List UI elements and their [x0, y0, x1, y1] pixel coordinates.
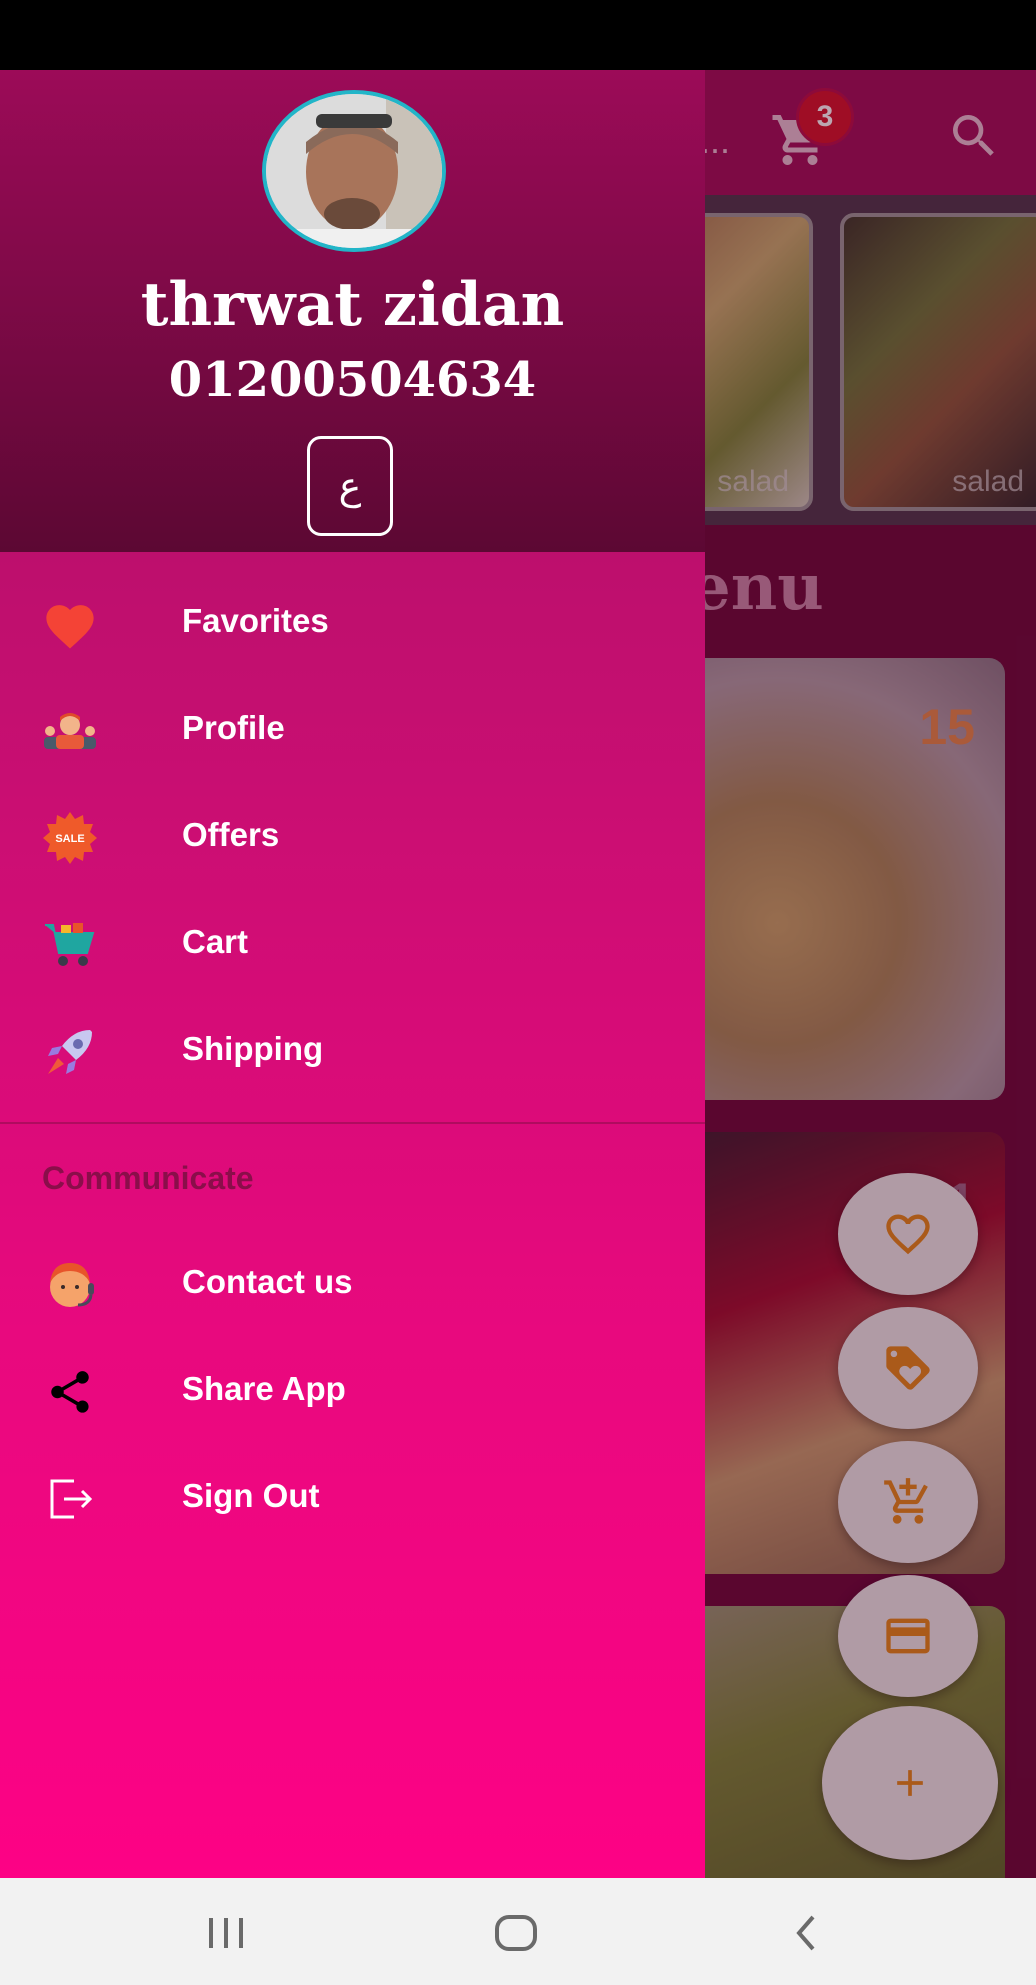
sale-icon-text: SALE [55, 833, 84, 845]
sale-icon: SALE [40, 808, 100, 868]
sign-out-icon [40, 1469, 100, 1529]
drawer-item-cart[interactable]: Cart [0, 891, 705, 997]
drawer-item-label: Profile [182, 709, 285, 746]
drawer-header: thrwat zidan 01200504634 ع [0, 70, 705, 552]
navigation-drawer: thrwat zidan 01200504634 ع Favorites Pro… [0, 70, 705, 1878]
drawer-item-share-app[interactable]: Share App [0, 1338, 705, 1444]
section-title-communicate: Communicate [42, 1160, 254, 1196]
user-photo [266, 94, 442, 248]
drawer-item-shipping[interactable]: Shipping [0, 998, 705, 1104]
back-icon [796, 1915, 815, 1951]
drawer-item-label: Offers [182, 816, 280, 853]
user-name: thrwat zidan [140, 270, 565, 340]
recent-apps-button[interactable] [196, 1908, 256, 1958]
user-phone: 01200504634 [168, 352, 537, 408]
rocket-icon [40, 1022, 100, 1082]
home-icon [495, 1915, 537, 1951]
drawer-item-label: Favorites [182, 602, 329, 639]
share-icon [40, 1362, 100, 1422]
home-button[interactable] [486, 1908, 546, 1958]
drawer-item-label: Shipping [182, 1030, 324, 1067]
status-bar [0, 0, 1036, 70]
drawer-item-offers[interactable]: SALE Offers [0, 784, 705, 890]
drawer-item-label: Contact us [182, 1263, 353, 1300]
drawer-item-favorites[interactable]: Favorites [0, 570, 705, 676]
language-toggle-button[interactable]: ع [307, 436, 393, 536]
back-button[interactable] [776, 1908, 836, 1958]
drawer-item-profile[interactable]: Profile [0, 677, 705, 783]
drawer-item-label: Share App [182, 1370, 346, 1407]
drawer-item-contact-us[interactable]: Contact us [0, 1231, 705, 1337]
drawer-item-label: Cart [182, 923, 249, 960]
drawer-divider [0, 1122, 705, 1124]
support-agent-icon [40, 1255, 100, 1315]
recent-apps-icon [209, 1918, 243, 1948]
drawer-item-label: Sign Out [182, 1477, 320, 1514]
cart-icon [40, 915, 100, 975]
system-navigation-bar [0, 1878, 1036, 1985]
profile-icon [40, 701, 100, 761]
heart-icon [40, 594, 100, 654]
drawer-item-sign-out[interactable]: Sign Out [0, 1445, 705, 1551]
avatar[interactable] [262, 90, 446, 252]
